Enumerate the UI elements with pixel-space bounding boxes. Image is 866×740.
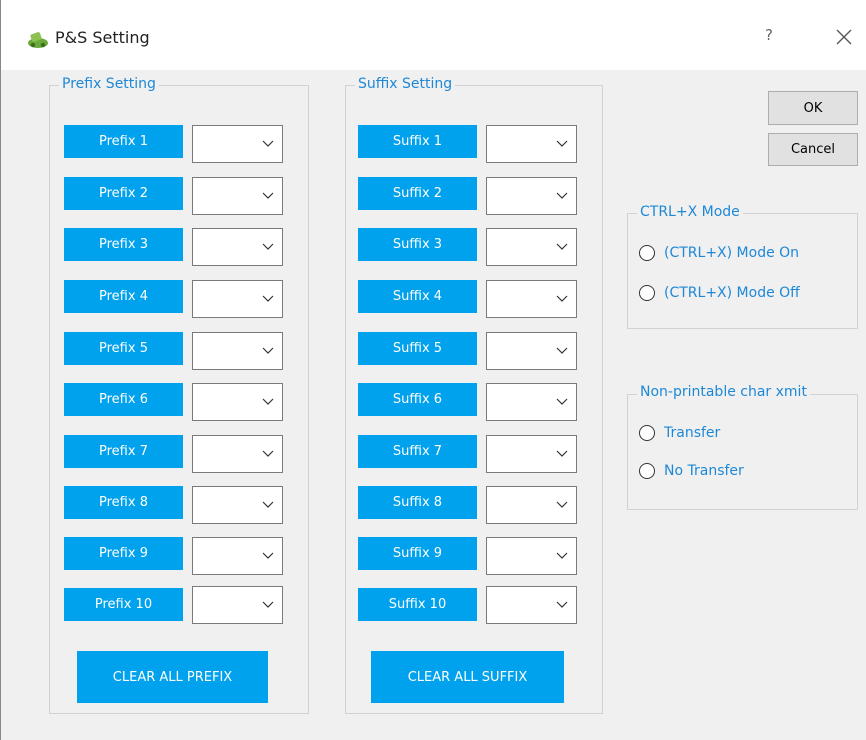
suffix-button-8[interactable]: Suffix 8 (358, 486, 477, 519)
suffix-combo-9[interactable] (486, 537, 577, 575)
prefix-combo-3[interactable] (192, 228, 283, 266)
chevron-down-icon (556, 347, 568, 354)
ctrlx-mode-group (627, 213, 858, 329)
chevron-down-icon (556, 501, 568, 508)
ctrlx-mode-on-radio[interactable]: (CTRL+X) Mode On (639, 243, 799, 263)
prefix-combo-9[interactable] (192, 537, 283, 575)
cancel-button[interactable]: Cancel (768, 133, 858, 166)
prefix-button-10[interactable]: Prefix 10 (64, 588, 183, 621)
chevron-down-icon (556, 398, 568, 405)
transfer-radio[interactable]: Transfer (639, 423, 720, 443)
prefix-button-6[interactable]: Prefix 6 (64, 383, 183, 416)
suffix-combo-8[interactable] (486, 486, 577, 524)
suffix-button-6[interactable]: Suffix 6 (358, 383, 477, 416)
suffix-button-10[interactable]: Suffix 10 (358, 588, 477, 621)
prefix-combo-7[interactable] (192, 435, 283, 473)
suffix-button-4[interactable]: Suffix 4 (358, 280, 477, 313)
window-title: P&S Setting (55, 28, 150, 47)
chevron-down-icon (556, 243, 568, 250)
suffix-combo-6[interactable] (486, 383, 577, 421)
nonprintable-xmit-group (627, 394, 858, 510)
chevron-down-icon (556, 552, 568, 559)
chevron-down-icon (262, 192, 274, 199)
close-icon[interactable] (835, 28, 853, 46)
suffix-button-9[interactable]: Suffix 9 (358, 537, 477, 570)
radio-circle-icon[interactable] (639, 245, 655, 261)
chevron-down-icon (262, 398, 274, 405)
suffix-button-3[interactable]: Suffix 3 (358, 228, 477, 261)
suffix-button-1[interactable]: Suffix 1 (358, 125, 477, 158)
radio-circle-icon[interactable] (639, 463, 655, 479)
chevron-down-icon (262, 450, 274, 457)
chevron-down-icon (262, 347, 274, 354)
ctrlx-mode-on-label[interactable]: (CTRL+X) Mode On (664, 245, 799, 261)
prefix-button-5[interactable]: Prefix 5 (64, 332, 183, 365)
ok-button[interactable]: OK (768, 91, 858, 125)
ctrlx-mode-off-label[interactable]: (CTRL+X) Mode Off (664, 285, 800, 301)
suffix-combo-1[interactable] (486, 125, 577, 163)
chevron-down-icon (262, 243, 274, 250)
prefix-combo-2[interactable] (192, 177, 283, 215)
prefix-button-7[interactable]: Prefix 7 (64, 435, 183, 468)
chevron-down-icon (262, 140, 274, 147)
radio-circle-icon[interactable] (639, 285, 655, 301)
prefix-button-3[interactable]: Prefix 3 (64, 228, 183, 261)
suffix-button-2[interactable]: Suffix 2 (358, 177, 477, 210)
suffix-combo-10[interactable] (486, 586, 577, 624)
ctrlx-mode-legend: CTRL+X Mode (637, 204, 743, 220)
no-transfer-label[interactable]: No Transfer (664, 463, 744, 479)
prefix-combo-8[interactable] (192, 486, 283, 524)
suffix-combo-2[interactable] (486, 177, 577, 215)
suffix-button-7[interactable]: Suffix 7 (358, 435, 477, 468)
chevron-down-icon (262, 552, 274, 559)
prefix-button-1[interactable]: Prefix 1 (64, 125, 183, 158)
prefix-combo-10[interactable] (192, 586, 283, 624)
chevron-down-icon (556, 450, 568, 457)
clear-all-prefix-button[interactable]: CLEAR ALL PREFIX (77, 651, 268, 703)
title-bar: P&S Setting ? (1, 0, 866, 70)
nonprintable-xmit-legend: Non-printable char xmit (637, 384, 810, 400)
transfer-label[interactable]: Transfer (664, 425, 720, 441)
prefix-combo-6[interactable] (192, 383, 283, 421)
prefix-button-8[interactable]: Prefix 8 (64, 486, 183, 519)
suffix-combo-4[interactable] (486, 280, 577, 318)
prefix-button-4[interactable]: Prefix 4 (64, 280, 183, 313)
suffix-setting-legend: Suffix Setting (355, 76, 456, 92)
clear-all-suffix-button[interactable]: CLEAR ALL SUFFIX (371, 651, 564, 703)
app-icon (28, 32, 48, 48)
radio-circle-icon[interactable] (639, 425, 655, 441)
prefix-button-2[interactable]: Prefix 2 (64, 177, 183, 210)
chevron-down-icon (556, 295, 568, 302)
prefix-combo-5[interactable] (192, 332, 283, 370)
no-transfer-radio[interactable]: No Transfer (639, 461, 744, 481)
suffix-combo-7[interactable] (486, 435, 577, 473)
chevron-down-icon (556, 140, 568, 147)
suffix-button-5[interactable]: Suffix 5 (358, 332, 477, 365)
chevron-down-icon (262, 601, 274, 608)
suffix-combo-3[interactable] (486, 228, 577, 266)
prefix-setting-legend: Prefix Setting (59, 76, 159, 92)
ps-setting-dialog: P&S Setting ? Prefix Setting Prefix 1 Pr… (0, 0, 866, 740)
chevron-down-icon (556, 192, 568, 199)
help-button[interactable]: ? (765, 26, 773, 44)
prefix-combo-1[interactable] (192, 125, 283, 163)
chevron-down-icon (262, 501, 274, 508)
prefix-button-9[interactable]: Prefix 9 (64, 537, 183, 570)
prefix-combo-4[interactable] (192, 280, 283, 318)
chevron-down-icon (262, 295, 274, 302)
suffix-combo-5[interactable] (486, 332, 577, 370)
chevron-down-icon (556, 601, 568, 608)
ctrlx-mode-off-radio[interactable]: (CTRL+X) Mode Off (639, 283, 800, 303)
